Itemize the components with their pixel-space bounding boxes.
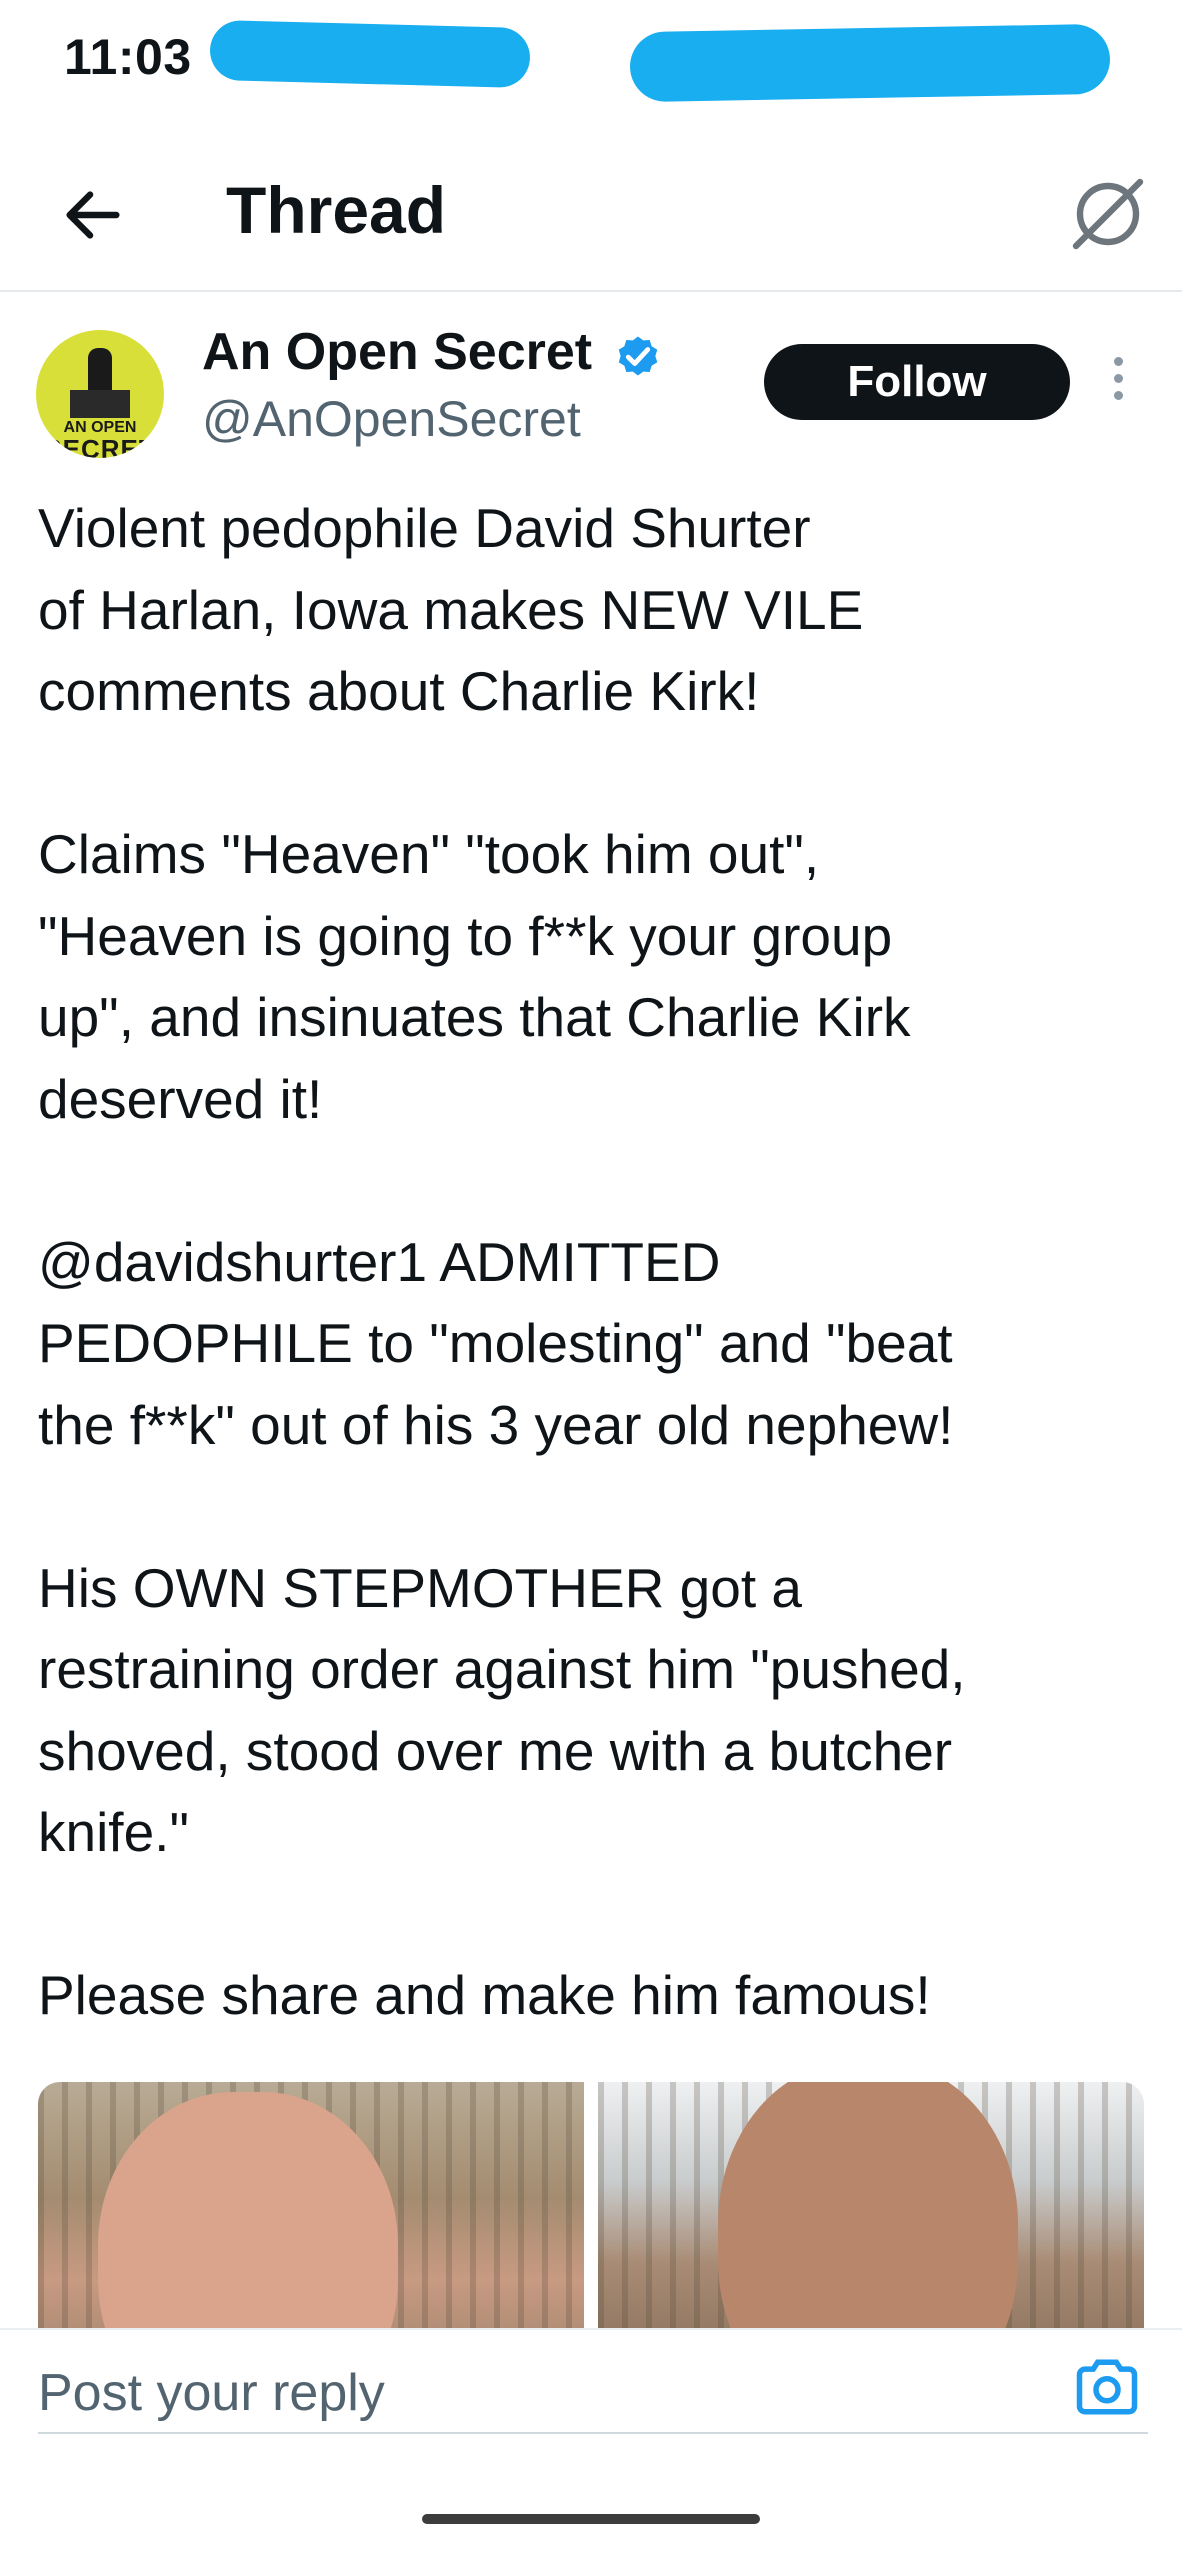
redaction-mark [209, 19, 531, 89]
redaction-mark [629, 23, 1111, 103]
grok-icon[interactable] [1068, 174, 1148, 254]
author-handle[interactable]: @AnOpenSecret [202, 390, 581, 448]
verified-badge-icon [618, 336, 658, 376]
tweet-text: Violent pedophile David Shurter of Harla… [38, 497, 966, 2026]
more-options-icon[interactable] [1098, 352, 1138, 412]
reply-input[interactable] [38, 2354, 1148, 2434]
author-name[interactable]: An Open Secret [202, 322, 592, 382]
home-indicator[interactable] [422, 2514, 760, 2524]
follow-button[interactable]: Follow [764, 344, 1070, 420]
reply-bar [0, 2328, 1182, 2470]
top-bar: Thread [0, 150, 1182, 292]
statue-icon [88, 348, 112, 392]
camera-icon[interactable] [1074, 2356, 1140, 2418]
avatar-box [70, 390, 130, 418]
arrow-left-icon[interactable] [58, 180, 128, 250]
status-time: 11:03 [64, 29, 192, 85]
page-title: Thread [226, 173, 447, 247]
avatar[interactable]: AN OPEN SECRET [36, 330, 164, 458]
status-bar: 11:03 [0, 0, 1182, 120]
avatar-text-line2: SECRET [44, 434, 156, 458]
